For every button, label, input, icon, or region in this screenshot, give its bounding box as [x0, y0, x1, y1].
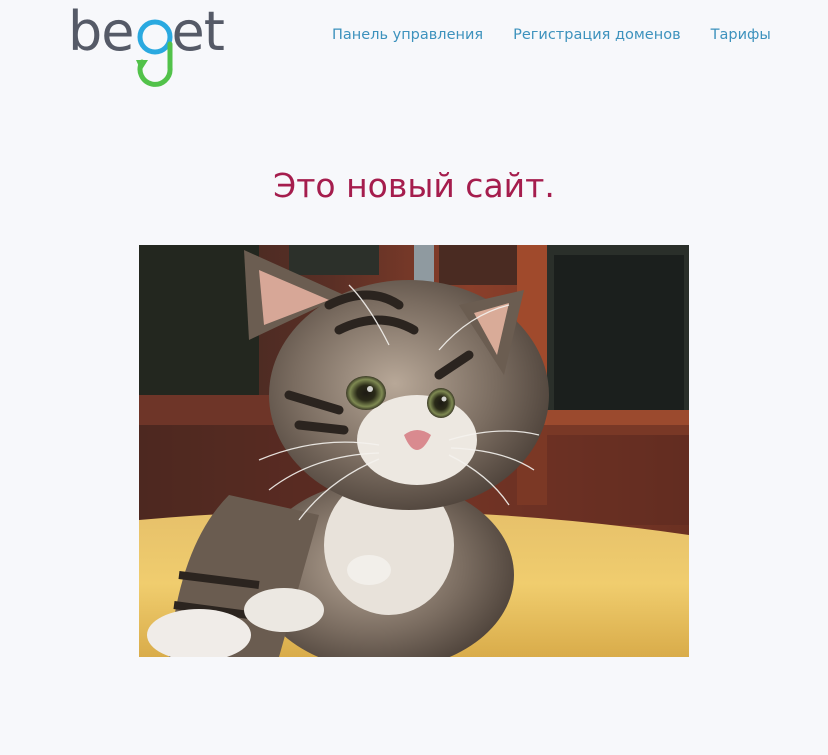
logo-g-icon [136, 19, 173, 87]
beget-logo[interactable]: be et [68, 2, 236, 87]
page: be et Панель управления Регистрация домен… [0, 0, 828, 755]
main-nav: Панель управления Регистрация доменов Та… [332, 25, 771, 45]
logo-letters-et: et [171, 0, 225, 63]
nav-link-control-panel[interactable]: Панель управления [332, 25, 483, 45]
kitten-photo [139, 245, 689, 657]
nav-link-tariffs[interactable]: Тарифы [711, 25, 771, 45]
logo-letters-be: be [68, 0, 134, 63]
nav-link-domain-registration[interactable]: Регистрация доменов [513, 25, 681, 45]
page-title: Это новый сайт. [273, 166, 555, 205]
site-header: be et Панель управления Регистрация домен… [0, 0, 828, 90]
